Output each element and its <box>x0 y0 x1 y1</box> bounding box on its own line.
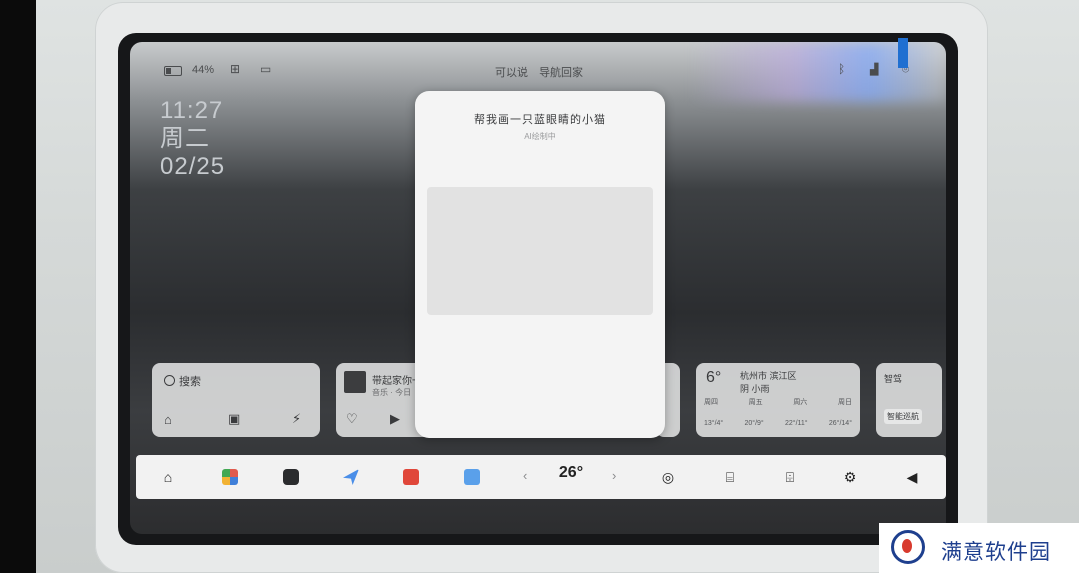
search-widget[interactable]: 搜索 ⌂ ▣ ⚡ <box>152 363 320 437</box>
home-icon[interactable]: ⌂ <box>164 412 172 427</box>
fan-icon[interactable]: ⚙ <box>840 467 860 487</box>
voice-hint-label: 可以说 <box>495 67 528 79</box>
battery-percentage: 44% <box>192 64 215 76</box>
navigation-app-icon[interactable] <box>341 467 361 487</box>
forecast-temp: 22°/11° <box>785 420 808 427</box>
clock-date: 02/25 <box>160 153 226 180</box>
music-subtitle: 音乐 · 今日 <box>372 388 412 397</box>
ai-prompt-text: 帮我画一只蓝眼睛的小猫 <box>474 114 606 126</box>
watermark: 满意软件园 <box>879 523 1079 573</box>
temperature-down-chevron-icon[interactable]: ‹ <box>523 468 527 483</box>
album-art <box>344 371 366 393</box>
watermark-text: 满意软件园 <box>941 540 1051 564</box>
home-icon[interactable]: ⌂ <box>158 467 178 487</box>
battery-icon <box>164 66 182 76</box>
rear-defrost-icon[interactable]: ⌸ <box>720 467 740 487</box>
signal-icon: ▟ <box>870 64 879 76</box>
forecast-day: 周六 <box>793 399 808 406</box>
bookmark-tab <box>898 38 908 68</box>
cabin-temperature[interactable]: 26° <box>549 464 593 482</box>
front-defrost-icon[interactable]: ⌹ <box>780 467 800 487</box>
ai-drawing-dialog[interactable]: 帮我画一只蓝眼睛的小猫 AI绘制中 <box>415 91 665 438</box>
app-grid-icon[interactable] <box>220 467 240 487</box>
photo-app-icon[interactable] <box>462 467 482 487</box>
temperature-up-chevron-icon[interactable]: › <box>612 468 616 483</box>
weather-condition: 阴 小雨 <box>740 384 770 394</box>
forecast-temp: 20°/9° <box>744 420 764 427</box>
voice-hint-command: 导航回家 <box>539 67 584 79</box>
volume-icon[interactable]: ◀ <box>902 467 922 487</box>
weather-location: 杭州市 滨江区 <box>740 371 797 381</box>
assist-button[interactable]: 智能巡航 <box>884 409 922 424</box>
search-icon <box>164 375 175 386</box>
settings-app-icon[interactable] <box>281 467 301 487</box>
camera-icon[interactable]: ▭ <box>260 62 271 76</box>
music-app-icon[interactable] <box>401 467 421 487</box>
search-label: 搜索 <box>179 376 201 388</box>
brand-logo-icon <box>891 530 925 564</box>
forecast-day: 周五 <box>748 399 763 406</box>
assist-widget[interactable]: 智驾 智能巡航 <box>876 363 942 437</box>
weather-widget[interactable]: 6° 杭州市 滨江区 阴 小雨 周四 周五 周六 周日 13°/4° 20°/9… <box>696 363 860 437</box>
assist-title: 智驾 <box>884 374 903 384</box>
forecast-temp: 13°/4° <box>704 420 724 427</box>
charging-icon[interactable]: ⚡ <box>292 411 301 427</box>
search-field[interactable]: 搜索 <box>164 373 201 389</box>
weather-forecast-days: 周四 周五 周六 周日 <box>704 397 852 407</box>
dock-bar: ⌂ ‹ 26° › ◎ ⌸ ⌹ ⚙ ◀ <box>136 455 946 499</box>
clock-time: 11:27 <box>160 97 224 124</box>
seat-icon[interactable]: ⊞ <box>230 62 240 76</box>
briefcase-icon[interactable]: ▣ <box>228 411 240 427</box>
clock: 11:27 周二 02/25 <box>160 97 225 181</box>
ai-image-placeholder <box>427 187 653 315</box>
clock-weekday: 周二 <box>160 125 210 152</box>
weather-temperature: 6° <box>706 369 722 386</box>
voice-hint[interactable]: 可以说 导航回家 <box>495 64 625 80</box>
forecast-temp: 26°/14° <box>828 420 852 427</box>
bluetooth-icon[interactable]: ᛒ <box>838 62 845 76</box>
weather-forecast-temps: 13°/4° 20°/9° 22°/11° 26°/14° <box>704 420 852 427</box>
steering-heat-icon[interactable]: ◎ <box>658 467 678 487</box>
status-bar: 44% ⊞ ▭ 可以说 导航回家 ᛒ ▟ ⌾ <box>130 60 946 82</box>
forecast-day: 周日 <box>837 399 852 406</box>
heart-icon[interactable]: ♡ <box>346 411 358 427</box>
play-icon[interactable]: ▶ <box>390 411 400 427</box>
forecast-day: 周四 <box>704 399 718 406</box>
ai-status-text: AI绘制中 <box>524 132 556 141</box>
